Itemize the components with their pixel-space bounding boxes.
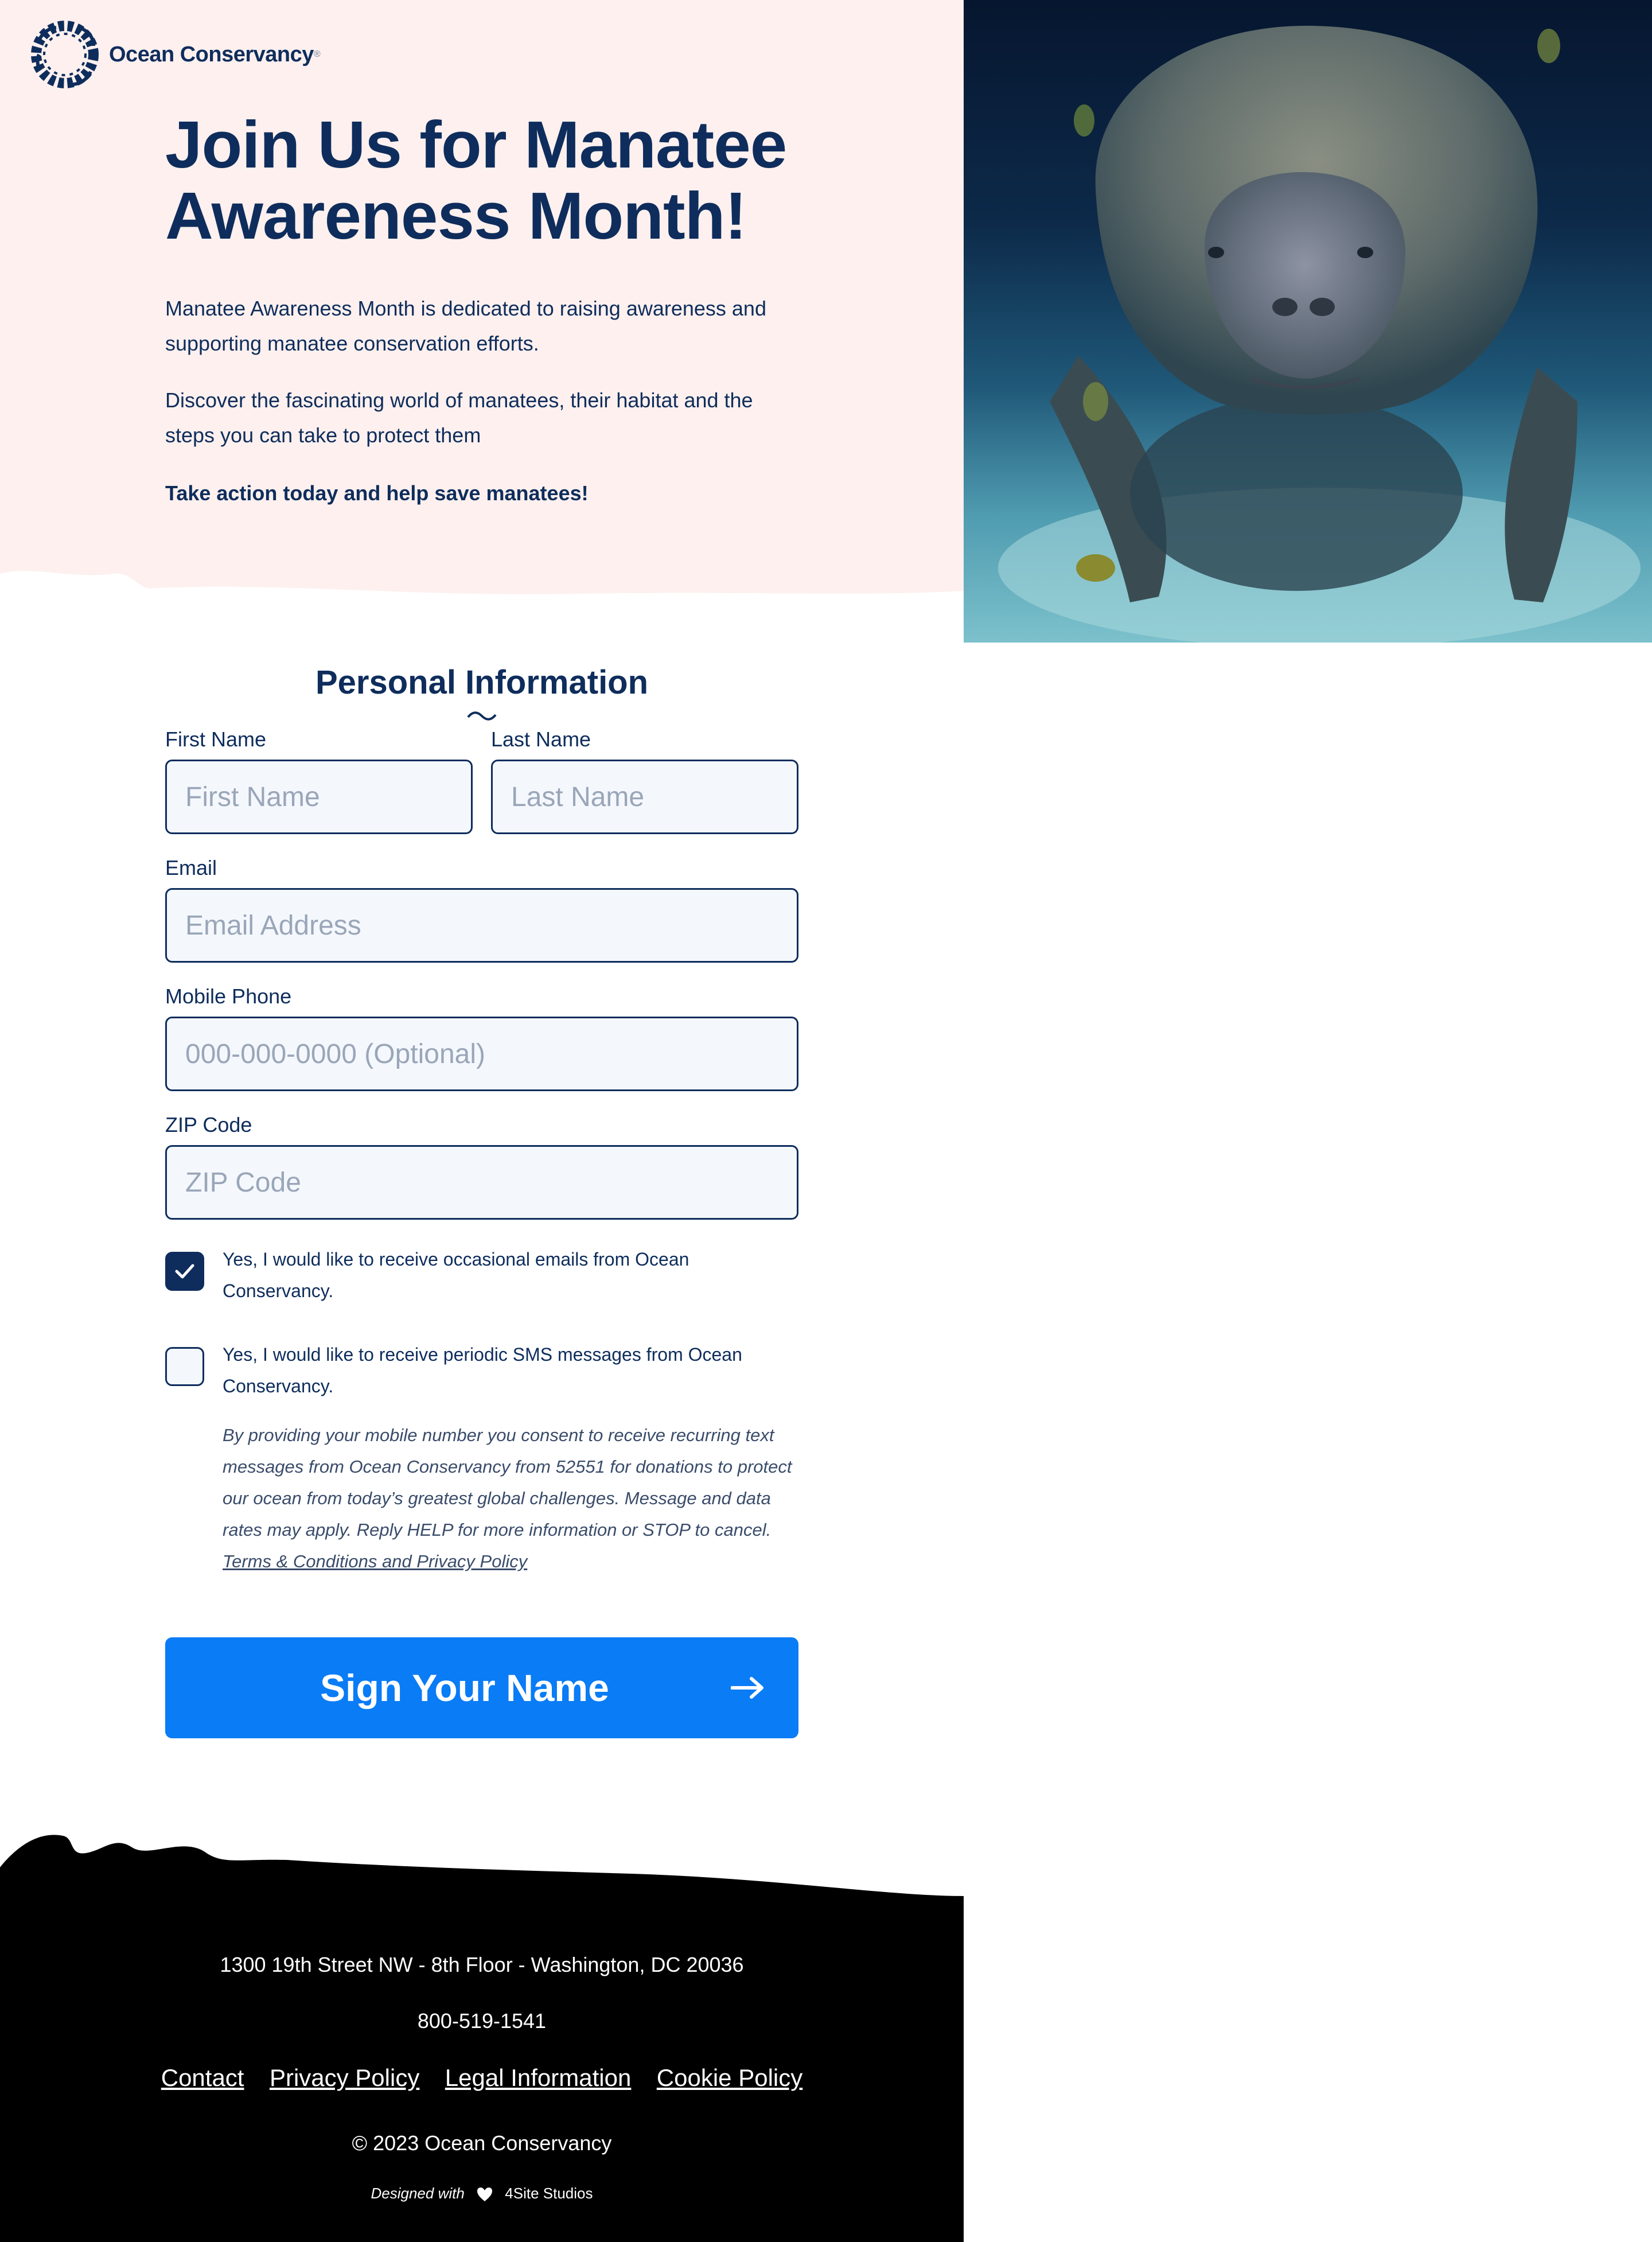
ocean-conservancy-logo[interactable]: Ocean Conservancy ® [28,17,321,92]
footer-link-contact[interactable]: Contact [161,2064,244,2091]
email-optin-label[interactable]: Yes, I would like to receive occasional … [223,1244,796,1307]
arrow-right-icon [731,1677,763,1699]
mobile-phone-label: Mobile Phone [165,984,292,1008]
zip-code-label: ZIP Code [165,1113,252,1136]
designed-with-text: Designed with [371,2185,465,2202]
footer-link-legal-information[interactable]: Legal Information [445,2064,632,2091]
submit-label: Sign Your Name [320,1667,609,1709]
logo-wordmark: Ocean Conservancy [109,42,314,67]
footer-link-privacy-policy[interactable]: Privacy Policy [270,2064,419,2091]
hero-paragraph-1: Manatee Awareness Month is dedicated to … [165,297,766,355]
manatee-illustration [998,25,1641,643]
email-input[interactable] [165,888,798,963]
footer-links: Contact Privacy Policy Legal Information… [0,2064,964,2092]
manatee-photo: i [964,0,1652,643]
terms-privacy-link[interactable]: Terms & Conditions and Privacy Policy [223,1551,527,1571]
first-name-label: First Name [165,727,267,751]
sms-disclaimer: By providing your mobile number you cons… [223,1419,796,1577]
mobile-phone-input[interactable] [165,1017,798,1091]
footer-link-cookie-policy[interactable]: Cookie Policy [657,2064,802,2091]
checkmark-icon [175,1264,194,1279]
email-optin-checkbox[interactable] [165,1252,204,1291]
logo-registered-mark: ® [313,49,321,59]
sms-disclaimer-text: By providing your mobile number you cons… [223,1425,792,1540]
logo-mark-icon [31,21,99,88]
designer-name[interactable]: 4Site Studios [505,2185,593,2202]
first-name-input[interactable] [165,760,473,834]
site-footer [0,1824,964,2242]
footer-copyright: © 2023 Ocean Conservancy [352,2131,612,2155]
zip-code-input[interactable] [165,1145,798,1220]
hero-paragraph-2: Discover the fascinating world of manate… [165,388,753,447]
page-title: Join Us for Manatee Awareness Month! [165,107,787,253]
heart-icon [477,2187,493,2202]
sms-optin-label[interactable]: Yes, I would like to receive periodic SM… [223,1339,796,1402]
sign-your-name-button[interactable]: Sign Your Name [165,1637,798,1738]
last-name-label: Last Name [491,727,591,751]
sms-optin-checkbox[interactable] [165,1347,204,1386]
footer-address: 1300 19th Street NW - 8th Floor - Washin… [220,1953,744,1976]
email-label: Email [165,856,217,879]
hero-call-to-action: Take action today and help save manatees… [165,481,589,505]
squiggle-divider-icon [467,711,497,721]
personal-information-heading: Personal Information [315,664,649,701]
last-name-input[interactable] [491,760,798,834]
hero-wave-divider [0,534,964,625]
footer-wave-divider [0,1835,964,1916]
footer-phone: 800-519-1541 [417,2009,547,2033]
designed-with[interactable]: Designed with 4Site Studios [0,2185,964,2202]
